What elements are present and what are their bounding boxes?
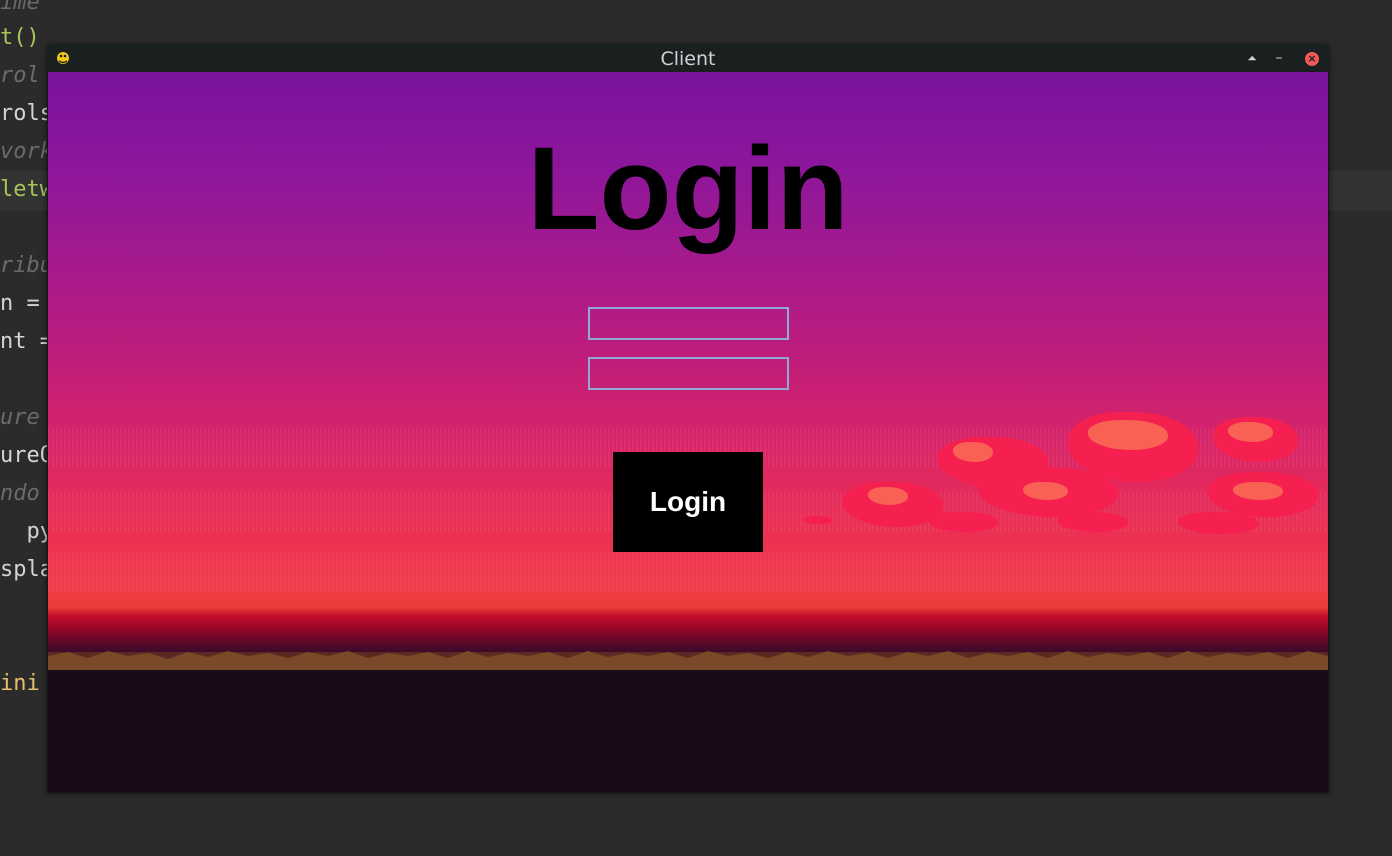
window-title: Client: [660, 48, 716, 70]
close-icon: ×: [1305, 52, 1319, 66]
client-window: Client ⏶ – × Login Login: [47, 45, 1329, 793]
code-line: py: [0, 519, 53, 544]
code-line: ndo: [0, 481, 40, 506]
sky-dither-band: [48, 552, 1328, 592]
code-line: rols: [0, 101, 53, 126]
code-line: vork: [0, 139, 53, 164]
login-button[interactable]: Login: [613, 452, 763, 552]
username-field[interactable]: [588, 307, 789, 340]
code-line: ureO: [0, 443, 53, 468]
code-line: letw: [0, 177, 53, 202]
code-line: nt =: [0, 329, 53, 354]
game-canvas[interactable]: Login Login: [48, 72, 1328, 792]
code-line: ure: [0, 405, 40, 430]
code-line: t(): [0, 25, 40, 50]
code-line: n =: [0, 291, 40, 316]
shade-icon[interactable]: ⏶: [1243, 49, 1261, 67]
login-heading: Login: [527, 123, 849, 255]
code-line: ime: [0, 0, 40, 15]
close-button[interactable]: ×: [1303, 49, 1321, 67]
code-line: spla: [0, 557, 53, 582]
password-field[interactable]: [588, 357, 789, 390]
window-titlebar[interactable]: Client ⏶ – ×: [47, 45, 1329, 72]
minimize-icon[interactable]: –: [1270, 49, 1288, 67]
code-line: rol: [0, 63, 40, 88]
ground: [48, 670, 1328, 792]
code-line: ribu: [0, 253, 53, 278]
code-line: ini: [0, 671, 40, 696]
